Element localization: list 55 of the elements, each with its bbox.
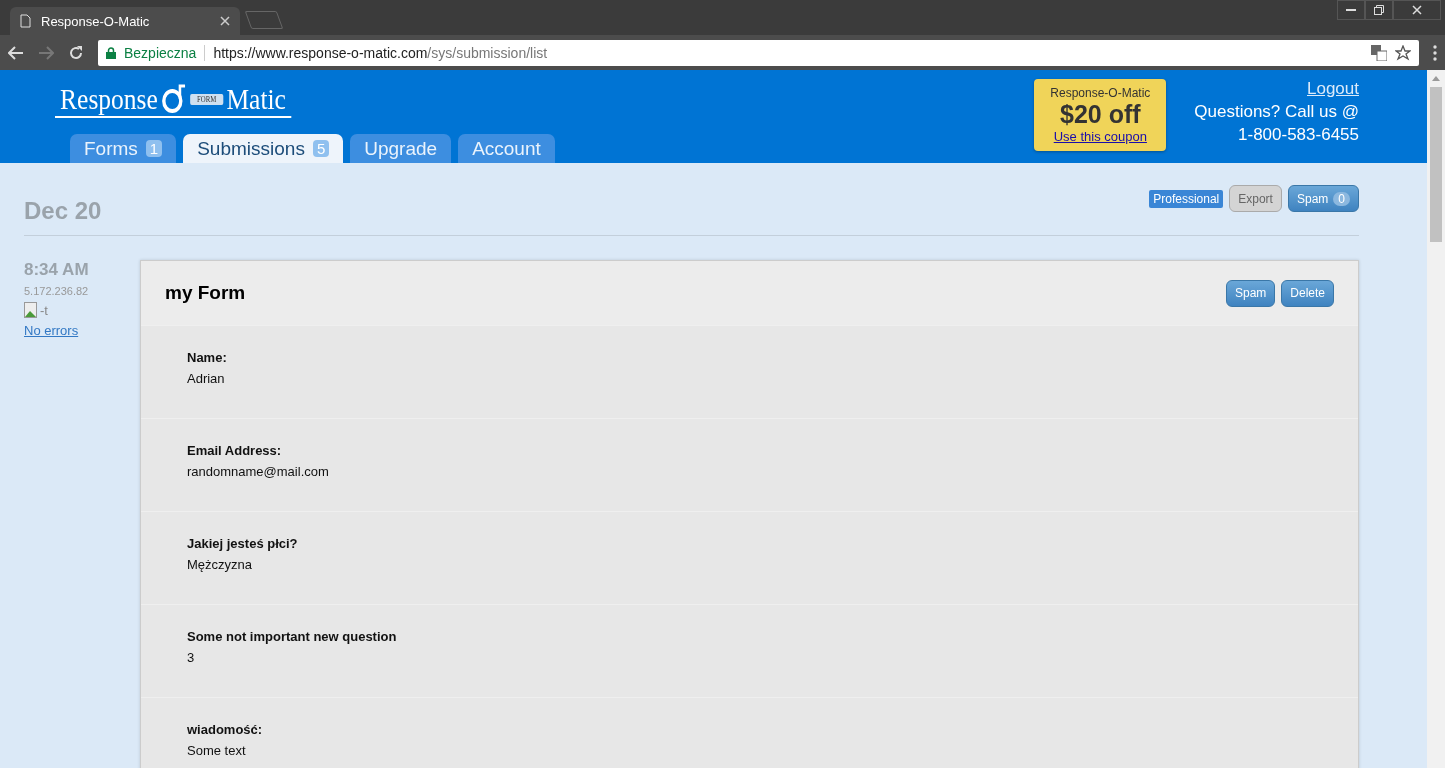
nav-tab[interactable]: Submissions 5 <box>183 134 344 163</box>
url-text: https://www.response-o-matic.com/sys/submission/list <box>213 44 549 61</box>
field-label: Jakiej jesteś płci? <box>187 536 299 551</box>
field-label: Some not important new question <box>187 629 398 644</box>
form-title: my Form <box>165 282 246 304</box>
errors-link[interactable]: No errors <box>24 323 98 338</box>
coupon-link[interactable]: Use this coupon <box>1053 129 1147 144</box>
nav-tab[interactable]: Forms 1 <box>70 134 177 163</box>
star-icon[interactable] <box>1395 44 1411 61</box>
tab-title: Response-O-Matic <box>41 13 151 29</box>
page-icon <box>20 14 31 28</box>
nav-tab[interactable]: Upgrade <box>350 134 452 163</box>
scrollbar[interactable] <box>1427 70 1445 768</box>
minimize-icon[interactable] <box>1346 8 1356 12</box>
nav-tab[interactable]: Account <box>458 134 555 163</box>
address-bar[interactable]: Bezpieczna https://www.response-o-matic.com/sys/submission/list <box>98 39 1419 66</box>
close-icon[interactable] <box>1412 5 1422 15</box>
broken-image-icon <box>24 302 40 318</box>
phone-number: 1-800-583-6455 <box>1238 125 1359 145</box>
browser-tab[interactable]: Response-O-Matic <box>10 7 240 35</box>
translate-icon[interactable] <box>1371 44 1387 61</box>
close-window-button[interactable] <box>1393 0 1441 20</box>
plan-badge: Professional <box>1149 189 1224 208</box>
lock-icon <box>106 46 116 59</box>
secure-label: Bezpieczna <box>124 44 197 61</box>
action-button[interactable]: Spam <box>1225 279 1276 307</box>
coupon-offer: $20 off <box>1060 100 1141 129</box>
back-arrow-icon[interactable] <box>8 45 24 60</box>
field-label: Email Address: <box>187 443 283 458</box>
scroll-thumb[interactable] <box>1430 87 1442 242</box>
field-value: 3 <box>187 650 196 665</box>
field-label: Name: <box>187 350 228 365</box>
restore-button[interactable] <box>1365 0 1393 20</box>
coupon-brand: Response-O-Matic <box>1050 86 1151 100</box>
questions-text: Questions? Call us @ <box>1194 102 1359 122</box>
logo[interactable]: Response FORM Matic <box>55 82 291 118</box>
date-heading: Dec 20 <box>24 197 102 225</box>
field-value: Mężczyzna <box>187 557 254 572</box>
spam-button[interactable]: Spam 0 <box>1287 185 1359 212</box>
minimize-button[interactable] <box>1337 0 1365 20</box>
field-value: Adrian <box>187 371 226 386</box>
menu-icon[interactable] <box>1433 44 1437 61</box>
action-button[interactable]: Delete <box>1281 279 1334 307</box>
reload-icon[interactable] <box>68 44 84 61</box>
field-value: randomname@mail.com <box>187 464 330 479</box>
submission-time: 8:34 AM <box>24 260 90 280</box>
export-button[interactable]: Export <box>1229 185 1282 212</box>
close-icon[interactable] <box>220 16 230 26</box>
ring-icon <box>161 84 187 114</box>
logout-link[interactable]: Logout <box>1307 79 1359 99</box>
ip-address: 5.172.236.82 <box>24 285 90 297</box>
field-value: Some text <box>187 743 247 758</box>
image-alt-text: -t <box>40 302 48 318</box>
restore-icon[interactable] <box>1374 5 1384 15</box>
field-label: wiadomość: <box>187 722 264 737</box>
